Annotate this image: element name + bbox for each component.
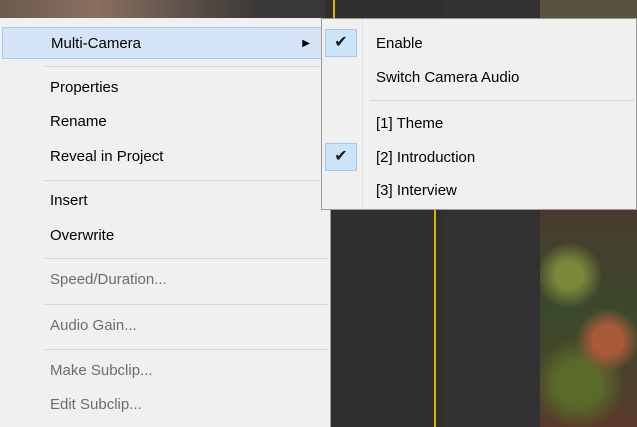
menu-separator — [44, 349, 328, 350]
menu-separator — [44, 258, 328, 259]
menu-item-label: Insert — [50, 192, 88, 209]
submenu-arrow-icon: ▶ — [302, 38, 310, 49]
menu-item-overwrite[interactable]: Overwrite — [0, 220, 329, 252]
submenu-item-introduction[interactable]: ✔ [2] Introduction — [322, 141, 636, 174]
menu-item-label: Audio Gain... — [50, 317, 137, 334]
menu-item-audio-gain[interactable]: Audio Gain... — [0, 310, 329, 342]
menu-item-label: Reveal in Project — [50, 148, 164, 165]
menu-item-label: Properties — [50, 79, 119, 96]
submenu-item-switch-camera-audio[interactable]: Switch Camera Audio — [322, 61, 636, 94]
menu-separator — [44, 180, 328, 181]
submenu-item-interview[interactable]: [3] Interview — [322, 174, 636, 207]
submenu-item-theme[interactable]: [1] Theme — [322, 107, 636, 140]
video-thumbnail-top — [540, 0, 637, 18]
menu-item-make-subclip[interactable]: Make Subclip... — [0, 355, 329, 387]
menu-item-label: Rename — [50, 113, 107, 130]
menu-item-label: Edit Subclip... — [50, 396, 142, 413]
menu-item-reveal-in-project[interactable]: Reveal in Project — [0, 141, 329, 173]
menu-item-rename[interactable]: Rename — [0, 106, 329, 138]
playhead-line[interactable] — [434, 200, 436, 427]
submenu-item-enable[interactable]: ✔ Enable — [322, 27, 636, 60]
multi-camera-submenu: ✔ Enable Switch Camera Audio [1] Theme ✔… — [321, 18, 637, 210]
context-menu: Multi-Camera ▶ Properties Rename Reveal … — [0, 18, 331, 427]
submenu-item-label: [1] Theme — [376, 115, 444, 132]
menu-item-edit-subclip[interactable]: Edit Subclip... — [0, 389, 329, 421]
menu-item-properties[interactable]: Properties — [0, 72, 329, 104]
submenu-item-label: [2] Introduction — [376, 149, 476, 166]
menu-item-label: Make Subclip... — [50, 362, 153, 379]
menu-separator — [44, 66, 328, 67]
menu-separator — [44, 304, 328, 305]
menu-item-label: Multi-Camera — [51, 35, 142, 52]
submenu-item-label: [3] Interview — [376, 182, 457, 199]
menu-item-multi-camera[interactable]: Multi-Camera ▶ — [2, 27, 327, 59]
menu-item-label: Overwrite — [50, 227, 115, 244]
submenu-item-label: Enable — [376, 35, 423, 52]
menu-item-label: Speed/Duration... — [50, 271, 167, 288]
checkmark-icon: ✔ — [325, 29, 357, 57]
video-thumbnail — [540, 210, 637, 427]
submenu-item-label: Switch Camera Audio — [376, 69, 520, 86]
checkmark-icon: ✔ — [325, 143, 357, 171]
menu-item-speed-duration[interactable]: Speed/Duration... — [0, 264, 329, 296]
submenu-separator — [370, 100, 634, 101]
menu-item-insert[interactable]: Insert — [0, 185, 329, 217]
